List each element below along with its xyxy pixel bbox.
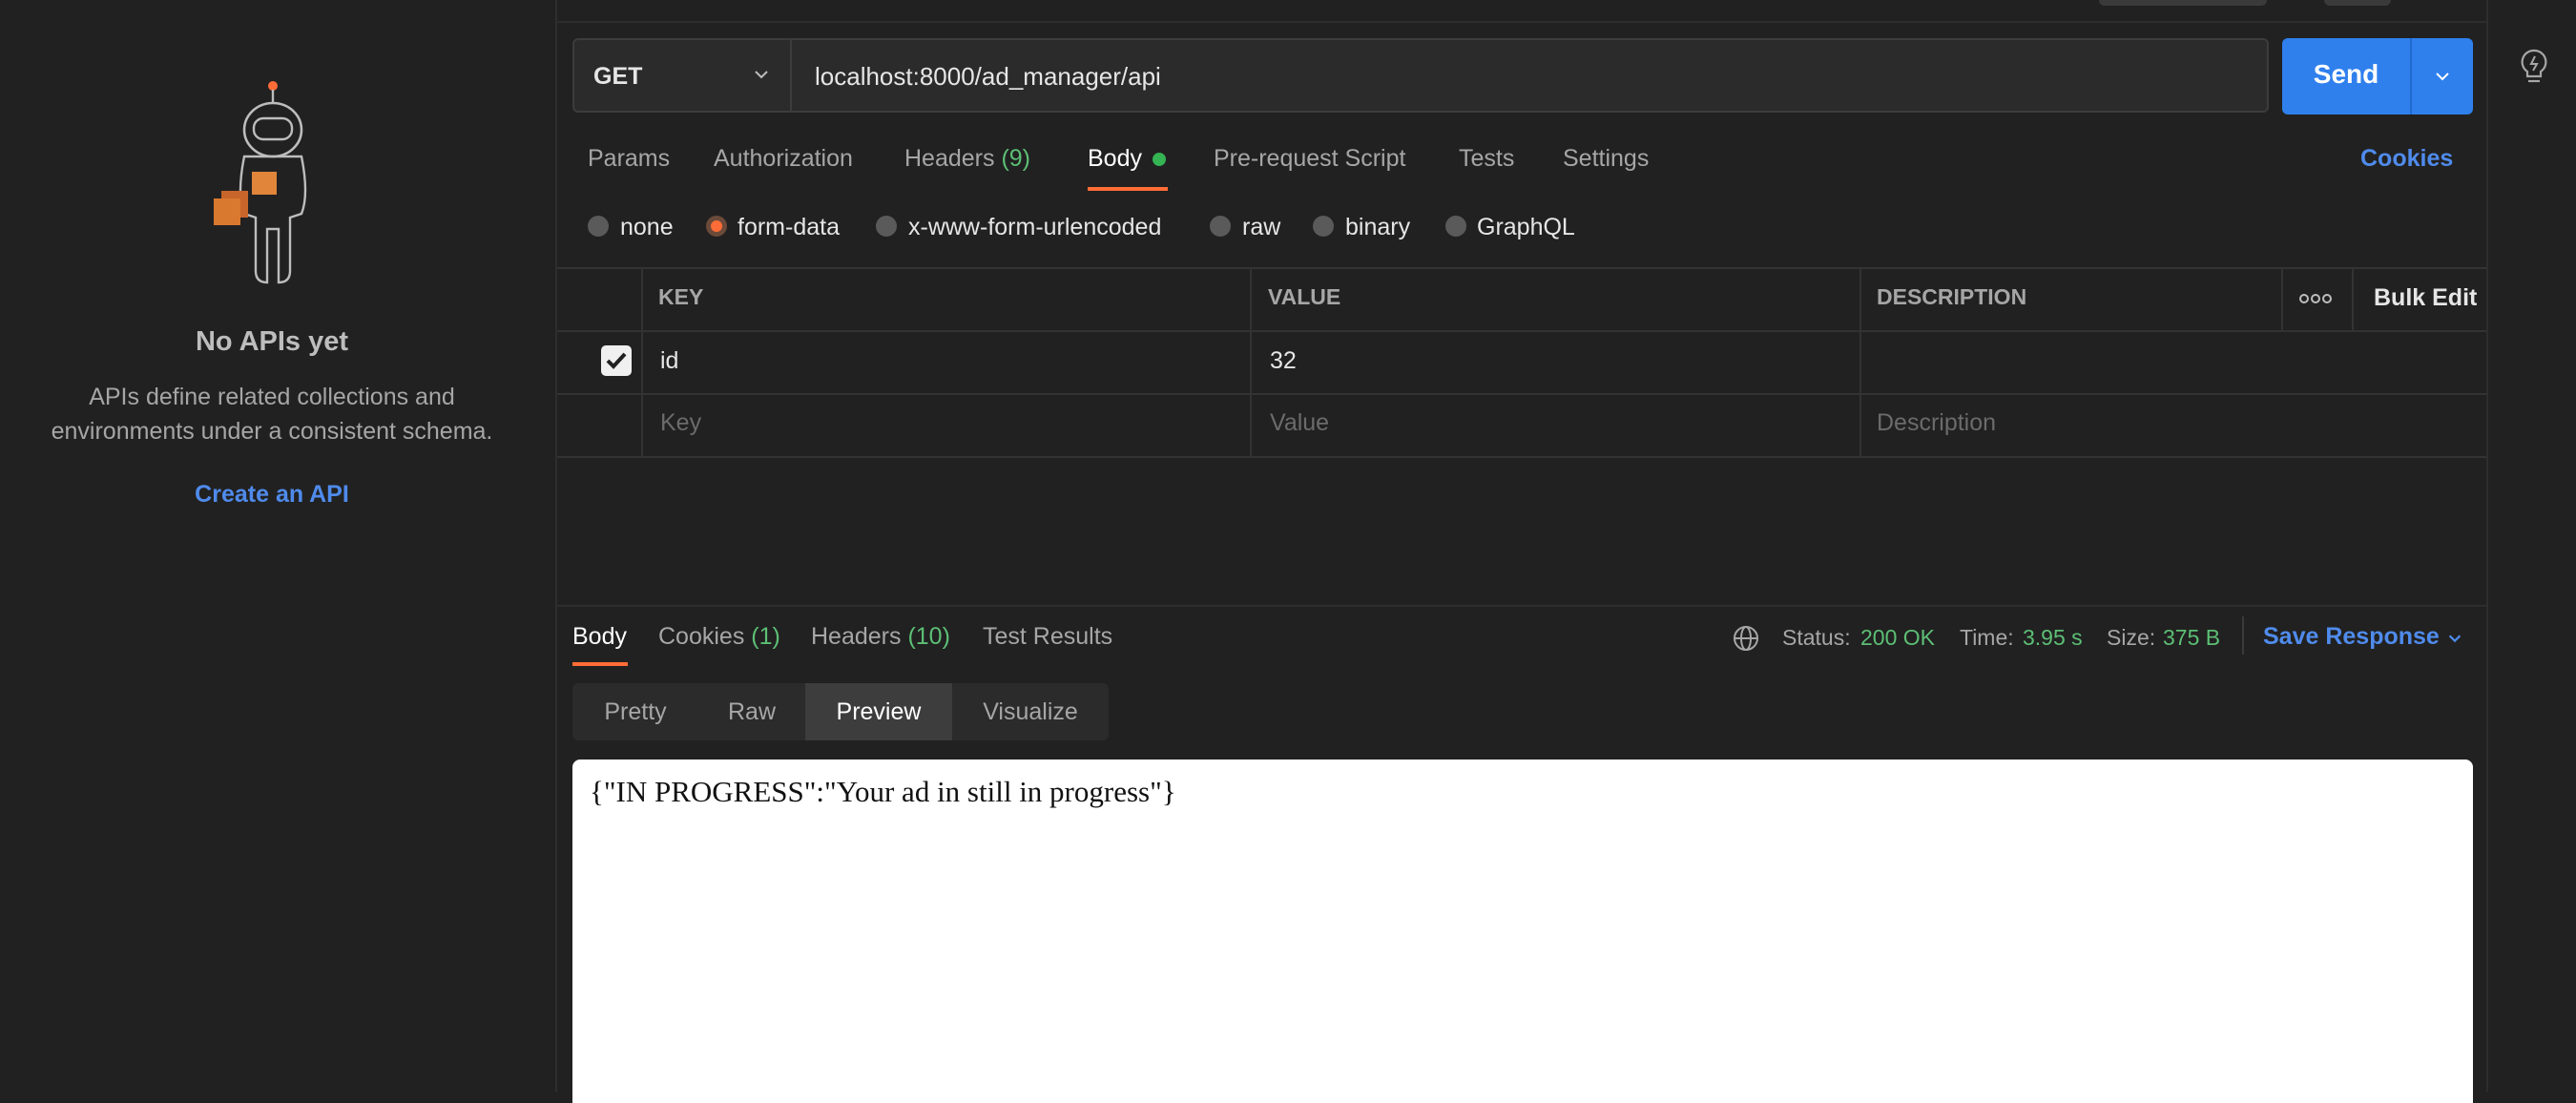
size-value[interactable]: 375 B	[2163, 625, 2220, 651]
response-divider	[557, 605, 2486, 607]
tab-headers-label: Headers	[904, 145, 995, 172]
empty-state-description: APIs define related collections and envi…	[51, 384, 493, 445]
status-value[interactable]: 200 OK	[1860, 625, 1935, 651]
response-preview-pane[interactable]: {"IN PROGRESS":"Your ad in still in prog…	[572, 760, 2473, 1103]
save-response-button[interactable]: Save Response	[2263, 623, 2440, 651]
tab-headers[interactable]: Headers (9)	[904, 145, 1030, 173]
new-value-input[interactable]: Value	[1270, 409, 1329, 437]
table-column-divider	[2281, 267, 2283, 332]
send-label: Send	[2313, 59, 2379, 89]
tab-headers-count: (9)	[1001, 145, 1031, 172]
row-value-cell[interactable]: 32	[1270, 347, 1297, 375]
sidebar: No APIs yet APIs define related collecti…	[0, 0, 557, 1092]
response-tab-cookies[interactable]: Cookies (1)	[658, 623, 780, 651]
checkbox-checked-icon[interactable]	[601, 345, 632, 376]
astronaut-illustration	[214, 81, 307, 284]
column-header-value: VALUE	[1268, 284, 1341, 309]
radio-raw[interactable]	[1210, 216, 1231, 237]
url-text: localhost:8000/ad_manager/api	[815, 62, 1161, 91]
view-mode-pretty[interactable]: Pretty	[572, 683, 698, 740]
radio-x-www-form-urlencoded[interactable]	[876, 216, 897, 237]
check-mark-icon	[606, 352, 627, 369]
url-input[interactable]: localhost:8000/ad_manager/api	[792, 38, 2269, 113]
tab-pre-request-script[interactable]: Pre-request Script	[1214, 145, 1405, 173]
chevron-down-icon[interactable]	[2446, 630, 2463, 647]
send-button[interactable]: Send	[2282, 38, 2410, 114]
time-value[interactable]: 3.95 s	[2023, 625, 2083, 651]
response-tab-cookies-count: (1)	[751, 623, 780, 650]
column-header-description: DESCRIPTION	[1877, 284, 2027, 309]
table-border	[557, 456, 2486, 458]
tab-tests[interactable]: Tests	[1459, 145, 1514, 173]
tab-authorization[interactable]: Authorization	[714, 145, 853, 173]
table-border	[557, 330, 2486, 332]
radio-graphql[interactable]	[1445, 216, 1466, 237]
response-tab-test-results[interactable]: Test Results	[983, 623, 1112, 651]
radio-label-none[interactable]: none	[620, 214, 674, 241]
active-tab-underline	[1088, 187, 1168, 191]
bulk-edit-button[interactable]: Bulk Edit	[2374, 284, 2477, 312]
radio-form-data[interactable]	[706, 216, 727, 237]
radio-label-binary[interactable]: binary	[1345, 214, 1410, 241]
new-description-input[interactable]: Description	[1877, 409, 1996, 437]
meta-separator	[2242, 616, 2244, 655]
chevron-down-icon	[2436, 73, 2449, 81]
chevron-down-icon	[755, 71, 768, 79]
radio-none[interactable]	[588, 216, 609, 237]
lightbulb-icon[interactable]	[2517, 48, 2551, 86]
radio-label-x-www-form-urlencoded[interactable]: x-www-form-urlencoded	[908, 214, 1161, 241]
send-options-button[interactable]	[2412, 38, 2473, 114]
top-toolbar-button[interactable]	[2324, 0, 2391, 6]
row-key-cell[interactable]: id	[660, 347, 678, 375]
method-label: GET	[593, 63, 643, 90]
globe-icon[interactable]	[1732, 624, 1760, 653]
response-tab-headers-count: (10)	[907, 623, 950, 650]
empty-state-title: No APIs yet	[195, 326, 349, 357]
status-label: Status:	[1782, 625, 1851, 650]
right-rail	[2486, 0, 2576, 1092]
response-tab-headers-label: Headers	[811, 623, 902, 650]
top-toolbar-button[interactable]	[2099, 0, 2267, 6]
table-column-divider	[641, 267, 643, 458]
view-mode-raw[interactable]: Raw	[698, 683, 805, 740]
tab-body[interactable]: Body	[1088, 145, 1142, 173]
radio-label-form-data[interactable]: form-data	[737, 214, 840, 241]
response-preview-text: {"IN PROGRESS":"Your ad in still in prog…	[590, 775, 1176, 808]
tab-params[interactable]: Params	[588, 145, 670, 173]
top-strip	[557, 0, 2486, 23]
body-indicator-dot	[1153, 153, 1166, 166]
table-border	[557, 393, 2486, 395]
radio-label-graphql[interactable]: GraphQL	[1477, 214, 1575, 241]
new-key-input[interactable]: Key	[660, 409, 701, 437]
table-border	[557, 267, 2486, 269]
view-mode-preview[interactable]: Preview	[805, 683, 952, 740]
view-mode-visualize[interactable]: Visualize	[952, 683, 1109, 740]
cookies-link[interactable]: Cookies	[2360, 145, 2453, 173]
response-tab-cookies-label: Cookies	[658, 623, 745, 650]
response-tab-body[interactable]: Body	[572, 623, 627, 651]
table-column-divider	[1859, 267, 1861, 458]
column-header-key: KEY	[658, 284, 704, 309]
active-tab-underline	[572, 662, 628, 666]
tab-settings[interactable]: Settings	[1563, 145, 1649, 173]
table-column-divider	[1250, 267, 1252, 458]
method-select[interactable]: GET	[572, 38, 792, 113]
more-horizontal-icon[interactable]	[2299, 292, 2332, 305]
time-label: Time:	[1960, 625, 2014, 650]
create-api-link[interactable]: Create an API	[0, 481, 544, 509]
view-mode-segmented-control: Pretty Raw Preview Visualize	[572, 683, 1109, 740]
size-label: Size:	[2107, 625, 2156, 650]
table-column-divider	[2352, 267, 2354, 332]
response-tab-headers[interactable]: Headers (10)	[811, 623, 950, 651]
radio-binary[interactable]	[1313, 216, 1334, 237]
radio-label-raw[interactable]: raw	[1242, 214, 1280, 241]
